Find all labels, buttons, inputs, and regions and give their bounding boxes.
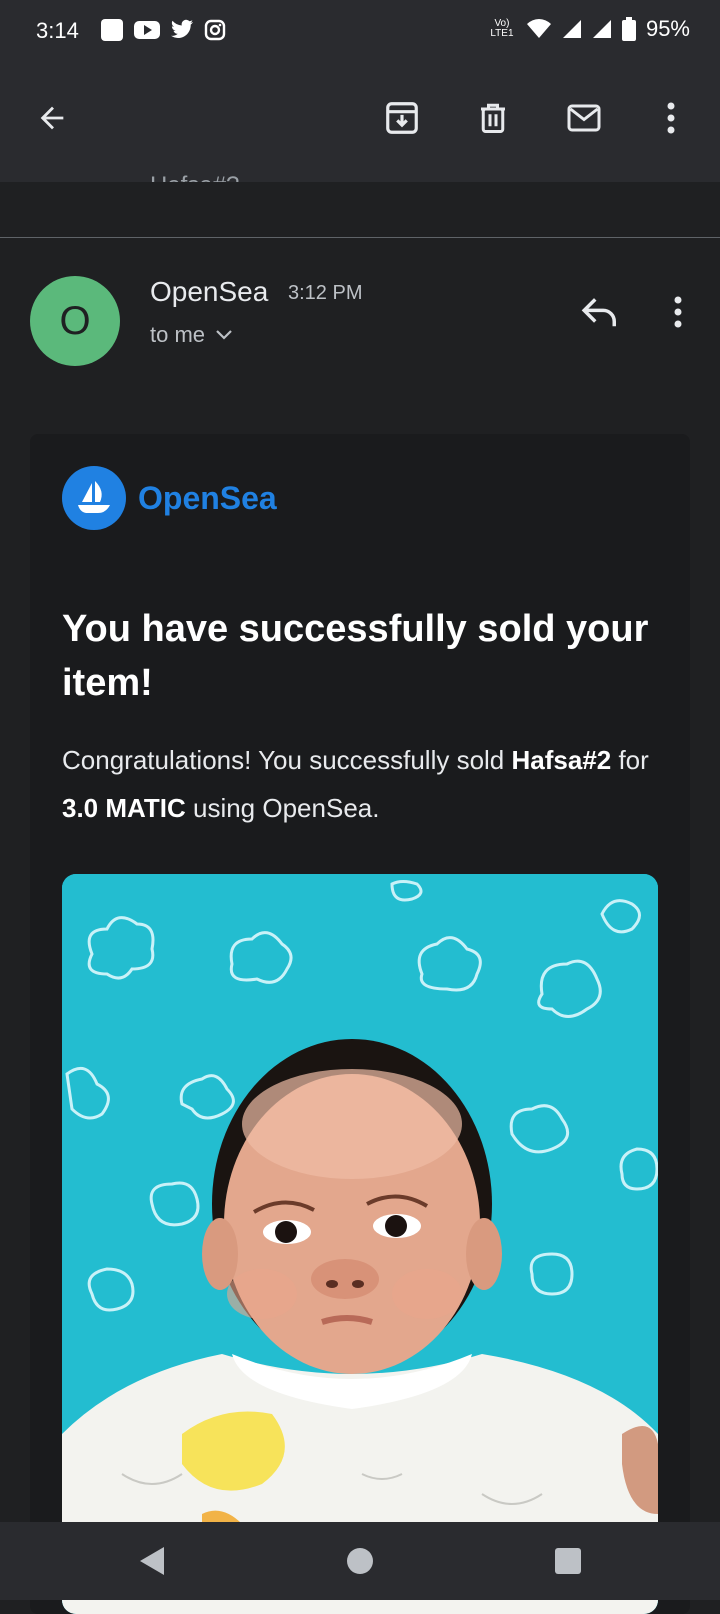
email-body: OpenSea You have successfully sold your …: [30, 434, 690, 1614]
reply-button[interactable]: [578, 290, 622, 334]
delete-button[interactable]: [469, 94, 517, 142]
more-options-button[interactable]: [647, 94, 695, 142]
signal-icon: [592, 20, 611, 38]
sale-price: 3.0 MATIC: [62, 793, 186, 823]
instagram-icon: [204, 19, 226, 41]
recipient-toggle[interactable]: to me: [150, 322, 233, 348]
nav-home-icon: [347, 1548, 373, 1574]
previous-message-peek: Hafsa#?: [150, 166, 239, 182]
system-nav-bar: [0, 1522, 720, 1600]
status-time: 3:14: [36, 18, 79, 43]
mail-icon: [567, 104, 601, 132]
message-header: O OpenSea 3:12 PM to me: [0, 270, 720, 370]
divider: [0, 237, 720, 238]
nav-recents-icon: [555, 1548, 581, 1574]
youtube-icon: [134, 21, 160, 39]
message-more-button[interactable]: [656, 290, 700, 334]
network-label: Vo) LTE1: [490, 18, 514, 39]
square-icon: [101, 19, 123, 41]
notification-icons: [100, 18, 226, 42]
back-button[interactable]: [28, 94, 76, 142]
item-name: Hafsa#2: [511, 745, 612, 775]
signal-icon: [562, 20, 581, 38]
message-time: 3:12 PM: [288, 282, 363, 304]
message-intro: Congratulations! You successfully sold: [62, 745, 512, 775]
opensea-logo-icon: [62, 466, 126, 530]
archive-icon: [386, 102, 418, 134]
sender-name: OpenSea: [150, 276, 269, 307]
brand-header[interactable]: OpenSea: [62, 466, 277, 530]
mark-unread-button[interactable]: [560, 94, 608, 142]
status-bar: 3:14 Vo) LTE1 95%: [0, 0, 720, 64]
twitter-icon: [171, 19, 193, 38]
reply-icon: [581, 298, 616, 327]
more-vert-icon: [667, 102, 675, 134]
nav-home-button[interactable]: [335, 1536, 385, 1586]
nav-back-icon: [140, 1547, 164, 1575]
email-message: Congratulations! You successfully sold H…: [62, 736, 662, 832]
avatar[interactable]: O: [30, 276, 120, 366]
message-for: for: [611, 745, 649, 775]
nav-back-button[interactable]: [127, 1536, 177, 1586]
recipient-label: to me: [150, 322, 206, 347]
wifi-icon: [526, 19, 551, 38]
archive-button[interactable]: [378, 94, 426, 142]
status-right: Vo) LTE1 95%: [488, 16, 690, 42]
battery-percent: 95%: [645, 16, 690, 41]
nav-recents-button[interactable]: [543, 1536, 593, 1586]
avatar-letter: O: [59, 298, 91, 343]
arrow-back-icon: [40, 106, 64, 130]
brand-name: OpenSea: [138, 479, 277, 516]
message-end: using OpenSea.: [185, 793, 380, 823]
chevron-down-icon: [216, 330, 232, 340]
trash-icon: [481, 103, 505, 133]
app-bar: [0, 64, 720, 182]
sold-item-image[interactable]: [62, 874, 658, 1614]
email-headline: You have successfully sold your item!: [62, 608, 649, 704]
more-vert-icon: [674, 296, 682, 328]
battery-icon: [621, 17, 636, 41]
